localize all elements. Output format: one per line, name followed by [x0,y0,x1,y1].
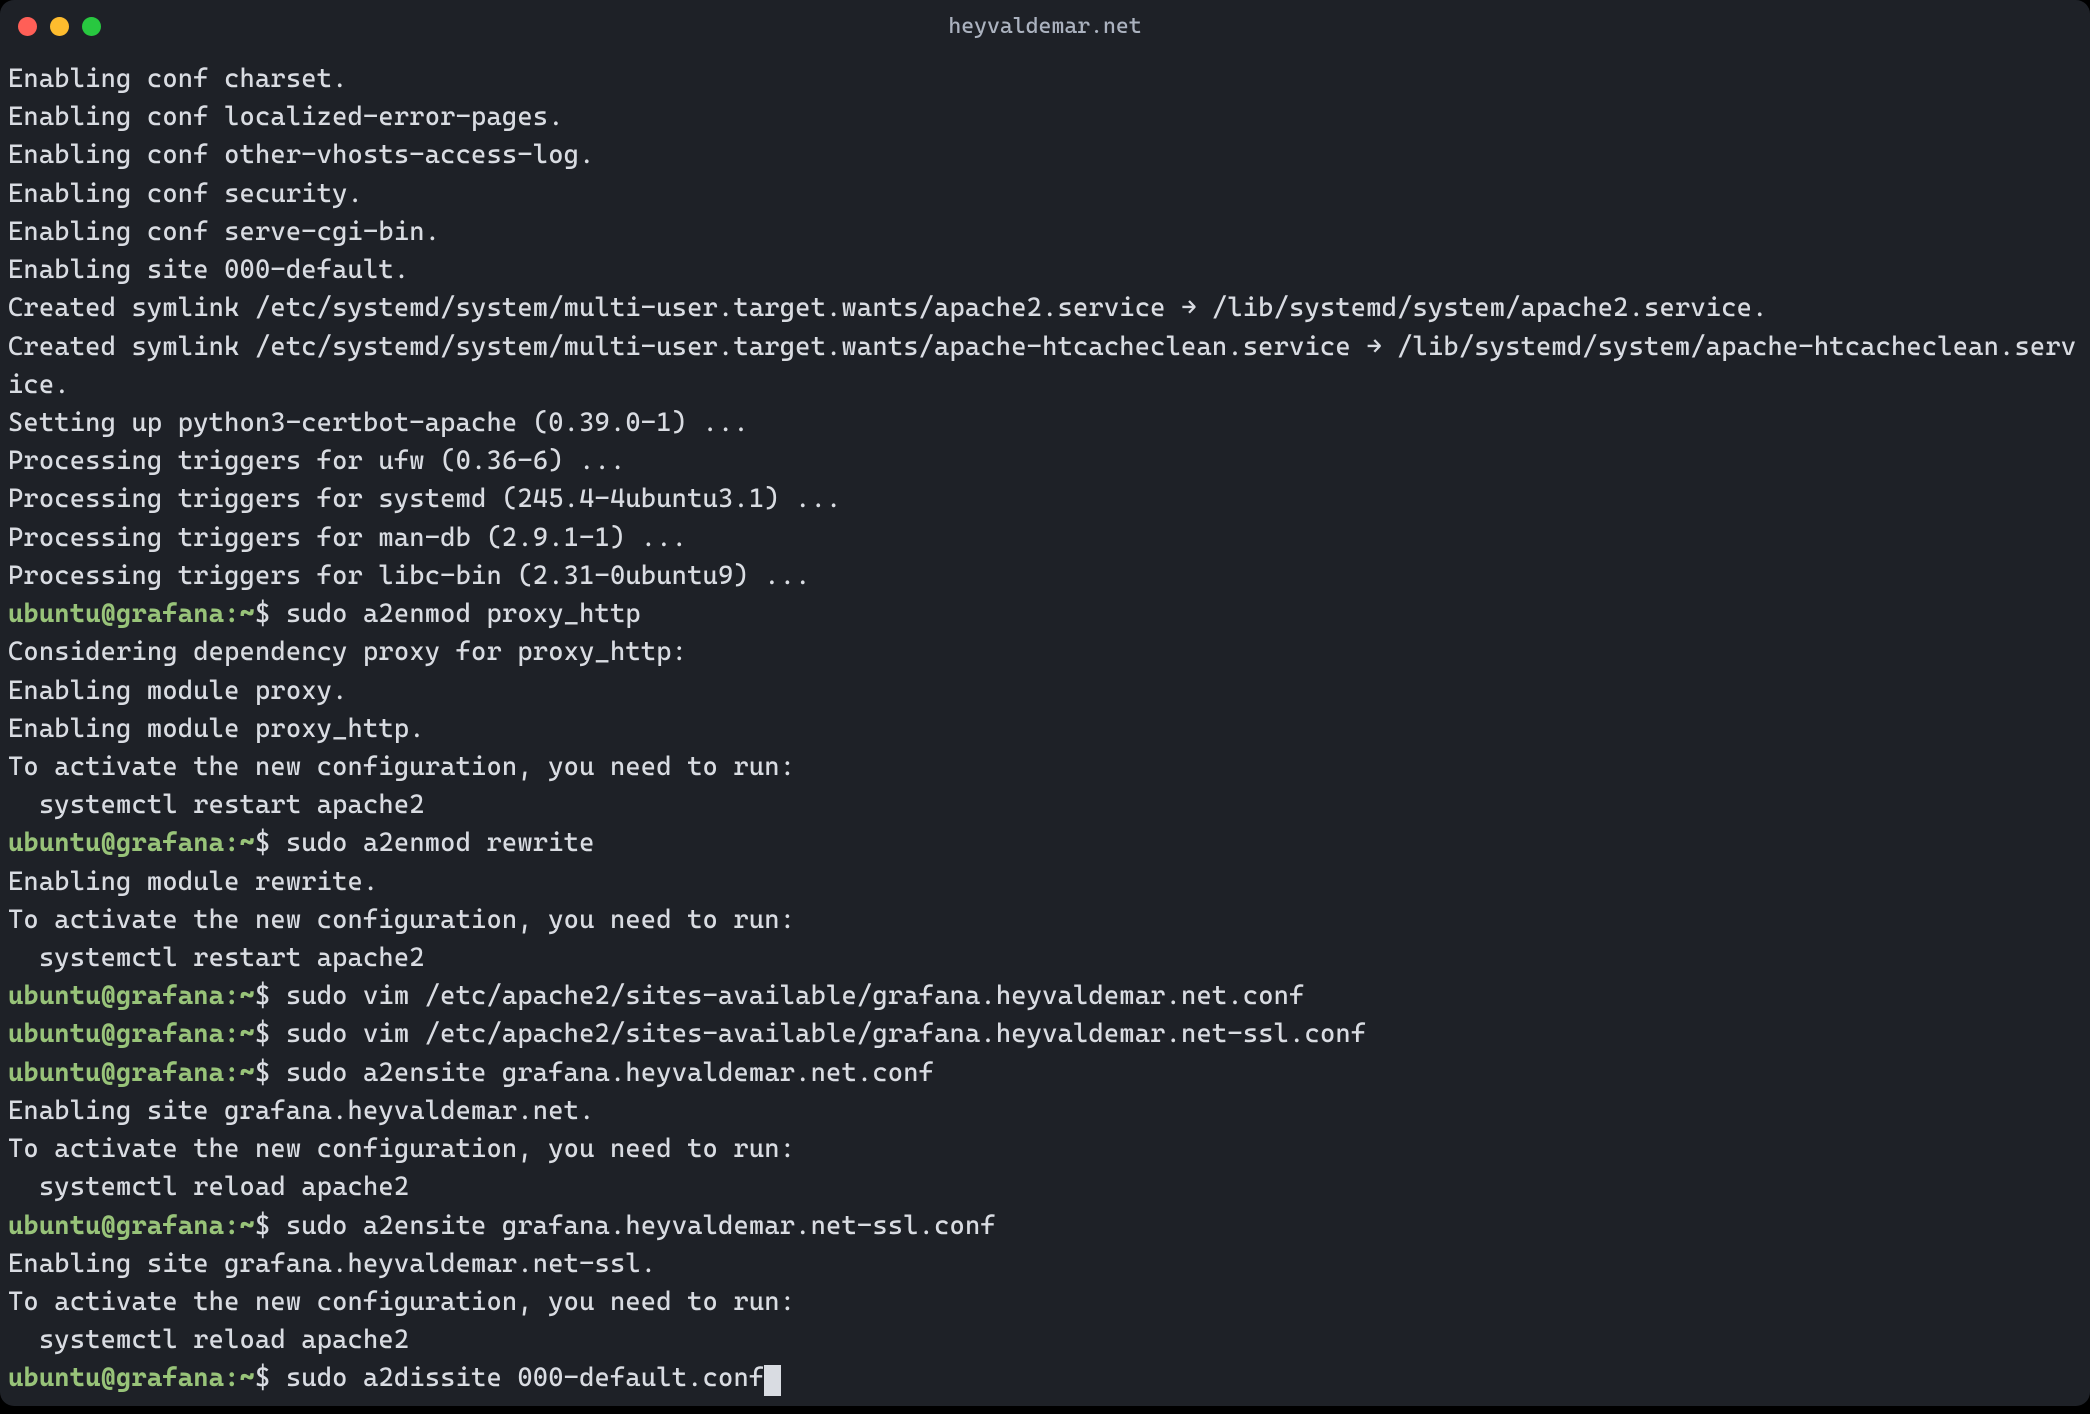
terminal-line: Enabling module proxy_http. [8,710,2082,748]
terminal-line: Created symlink /etc/systemd/system/mult… [8,328,2082,404]
prompt-symbol: $ [255,828,286,858]
terminal-content[interactable]: Enabling conf charset.Enabling conf loca… [0,52,2090,1406]
window-title: heyvaldemar.net [948,14,1141,39]
terminal-line: systemctl restart apache2 [8,786,2082,824]
terminal-line: ubuntu@grafana:~$ sudo a2enmod rewrite [8,824,2082,862]
prompt-separator: : [224,1019,239,1049]
command-text: sudo vim /etc/apache2/sites-available/gr… [286,1019,1366,1049]
terminal-line: To activate the new configuration, you n… [8,1283,2082,1321]
prompt-separator: : [224,1211,239,1241]
traffic-lights [18,17,101,36]
title-bar: heyvaldemar.net [0,0,2090,52]
terminal-line: Processing triggers for man-db (2.9.1-1)… [8,519,2082,557]
prompt-path: ~ [240,981,255,1011]
prompt-symbol: $ [255,599,286,629]
command-text: sudo a2ensite grafana.heyvaldemar.net-ss… [286,1211,996,1241]
prompt-path: ~ [240,1058,255,1088]
command-text: sudo a2ensite grafana.heyvaldemar.net.co… [286,1058,934,1088]
prompt-userhost: ubuntu@grafana [8,599,224,629]
terminal-line: systemctl reload apache2 [8,1321,2082,1359]
terminal-line: Enabling site grafana.heyvaldemar.net-ss… [8,1245,2082,1283]
terminal-line: To activate the new configuration, you n… [8,1130,2082,1168]
prompt-userhost: ubuntu@grafana [8,1211,224,1241]
terminal-line: ubuntu@grafana:~$ sudo a2ensite grafana.… [8,1207,2082,1245]
prompt-separator: : [224,1363,239,1393]
terminal-line: systemctl restart apache2 [8,939,2082,977]
prompt-path: ~ [240,1211,255,1241]
terminal-line: Enabling conf localized-error-pages. [8,98,2082,136]
prompt-separator: : [224,1058,239,1088]
terminal-line: systemctl reload apache2 [8,1168,2082,1206]
maximize-button[interactable] [82,17,101,36]
prompt-separator: : [224,599,239,629]
terminal-line: Setting up python3-certbot-apache (0.39.… [8,404,2082,442]
terminal-line: ubuntu@grafana:~$ sudo vim /etc/apache2/… [8,977,2082,1015]
terminal-line: Enabling module rewrite. [8,863,2082,901]
terminal-line: Created symlink /etc/systemd/system/mult… [8,289,2082,327]
terminal-line: ubuntu@grafana:~$ sudo vim /etc/apache2/… [8,1015,2082,1053]
terminal-line: Enabling conf charset. [8,60,2082,98]
prompt-userhost: ubuntu@grafana [8,828,224,858]
cursor [764,1365,781,1396]
terminal-line: Processing triggers for libc-bin (2.31-0… [8,557,2082,595]
terminal-window: heyvaldemar.net Enabling conf charset.En… [0,0,2090,1406]
terminal-line: To activate the new configuration, you n… [8,901,2082,939]
prompt-userhost: ubuntu@grafana [8,1019,224,1049]
terminal-line: Processing triggers for systemd (245.4-4… [8,480,2082,518]
terminal-line: To activate the new configuration, you n… [8,748,2082,786]
terminal-line: Enabling conf serve-cgi-bin. [8,213,2082,251]
terminal-line: Enabling conf security. [8,175,2082,213]
terminal-line: ubuntu@grafana:~$ sudo a2ensite grafana.… [8,1054,2082,1092]
prompt-path: ~ [240,1019,255,1049]
terminal-line: Enabling site grafana.heyvaldemar.net. [8,1092,2082,1130]
prompt-symbol: $ [255,981,286,1011]
prompt-separator: : [224,828,239,858]
prompt-separator: : [224,981,239,1011]
prompt-userhost: ubuntu@grafana [8,1058,224,1088]
terminal-line: ubuntu@grafana:~$ sudo a2enmod proxy_htt… [8,595,2082,633]
prompt-symbol: $ [255,1058,286,1088]
terminal-line: Processing triggers for ufw (0.36-6) ... [8,442,2082,480]
prompt-symbol: $ [255,1363,286,1393]
command-text: sudo a2enmod rewrite [286,828,595,858]
terminal-line: Considering dependency proxy for proxy_h… [8,633,2082,671]
prompt-path: ~ [240,599,255,629]
prompt-path: ~ [240,828,255,858]
prompt-path: ~ [240,1363,255,1393]
terminal-line: Enabling conf other-vhosts-access-log. [8,136,2082,174]
prompt-userhost: ubuntu@grafana [8,1363,224,1393]
minimize-button[interactable] [50,17,69,36]
terminal-line: ubuntu@grafana:~$ sudo a2dissite 000-def… [8,1359,2082,1397]
command-text: sudo vim /etc/apache2/sites-available/gr… [286,981,1305,1011]
prompt-symbol: $ [255,1211,286,1241]
close-button[interactable] [18,17,37,36]
terminal-line: Enabling module proxy. [8,672,2082,710]
command-text: sudo a2enmod proxy_http [286,599,641,629]
prompt-symbol: $ [255,1019,286,1049]
terminal-line: Enabling site 000-default. [8,251,2082,289]
command-text: sudo a2dissite 000-default.conf [286,1363,764,1393]
prompt-userhost: ubuntu@grafana [8,981,224,1011]
